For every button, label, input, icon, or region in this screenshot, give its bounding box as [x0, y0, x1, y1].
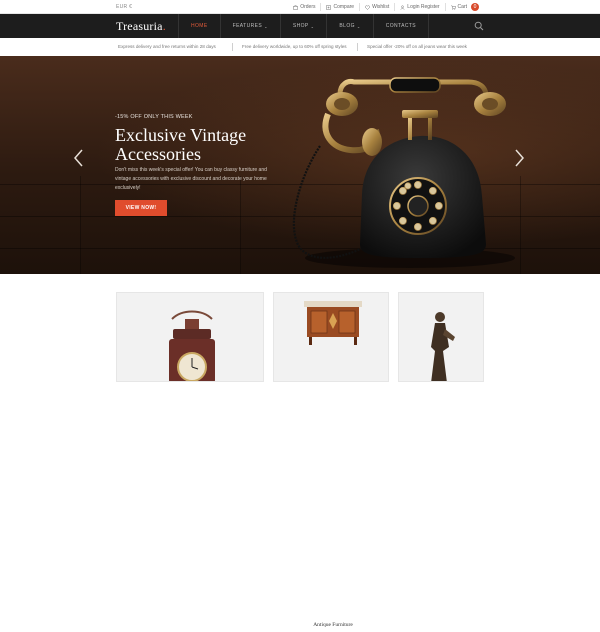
orders-label: Orders	[300, 4, 316, 10]
category-label-furniture[interactable]: Antique Furniture	[306, 618, 360, 632]
cart-link[interactable]: Cart 0	[444, 3, 484, 11]
orders-link[interactable]: Orders	[288, 3, 320, 11]
nav-shop-label: SHOP	[292, 23, 309, 29]
hero-slider: -15% OFF ONLY THIS WEEK Exclusive Vintag…	[0, 56, 600, 274]
compare-label: Compare	[333, 4, 355, 10]
chevron-down-icon: ⌄	[310, 23, 315, 29]
logo-text: Treasuria	[116, 19, 163, 33]
logo-dot: .	[162, 19, 166, 33]
nav-menu: HOME FEATURES ⌄ SHOP ⌄ BLOG ⌄ CONTACTS	[178, 14, 430, 38]
nav-contacts[interactable]: CONTACTS	[374, 14, 428, 38]
chevron-down-icon: ⌄	[356, 23, 361, 29]
nav-home-label: HOME	[191, 23, 208, 29]
nav-home[interactable]: HOME	[179, 14, 220, 38]
promo-special-offer: Special offer -20% off on all jeans wear…	[367, 44, 467, 49]
nav-contacts-label: CONTACTS	[385, 23, 417, 29]
cart-label: Cart	[457, 4, 467, 10]
category-card-clocks[interactable]	[116, 292, 264, 382]
promo-divider	[357, 43, 358, 51]
compare-icon	[326, 4, 332, 10]
site-logo[interactable]: Treasuria.	[116, 19, 166, 34]
category-card-statues[interactable]	[398, 292, 484, 382]
antique-furniture-image	[304, 301, 362, 345]
nav-blog-label: BLOG	[339, 23, 355, 29]
compare-link[interactable]: Compare	[320, 3, 359, 11]
nav-shop[interactable]: SHOP ⌄	[281, 14, 327, 38]
promo-strip: Express delivery and free returns within…	[0, 38, 600, 56]
top-links: Orders Compare Wishlist Login Register C…	[288, 3, 484, 11]
slider-prev-arrow-icon[interactable]	[72, 148, 86, 168]
wishlist-link[interactable]: Wishlist	[359, 3, 394, 11]
hero-description: Don't miss this week's special offer! Yo…	[115, 167, 267, 191]
promo-divider	[232, 43, 233, 51]
antique-clock-image	[169, 310, 215, 381]
category-card-furniture[interactable]	[273, 292, 389, 382]
cart-count-badge: 0	[471, 3, 479, 11]
nav-features-label: FEATURES	[232, 23, 263, 29]
floor-plank-seam	[520, 176, 521, 274]
bronze-statue-image	[431, 312, 455, 381]
floor-plank-seam	[80, 176, 81, 274]
chevron-down-icon: ⌄	[264, 23, 268, 29]
currency-selector[interactable]: EUR €	[116, 4, 132, 10]
login-register-label: Login Register	[407, 4, 440, 10]
category-cards: Antique Furniture	[0, 274, 600, 632]
nav-divider	[428, 14, 430, 38]
view-now-button[interactable]: VIEW NOW!	[115, 200, 167, 216]
promo-worldwide: Free delivery worldwide, up to 60% off s…	[242, 44, 347, 49]
cart-icon	[450, 5, 456, 10]
user-icon	[400, 5, 405, 10]
promo-delivery: Express delivery and free returns within…	[118, 44, 216, 49]
heart-icon	[365, 4, 370, 10]
nav-blog[interactable]: BLOG ⌄	[327, 14, 372, 38]
login-register-link[interactable]: Login Register	[394, 3, 444, 11]
vintage-telephone-image	[292, 77, 515, 268]
main-navigation: Treasuria. HOME FEATURES ⌄ SHOP ⌄ BLOG ⌄ CO…	[0, 14, 600, 38]
wishlist-label: Wishlist	[372, 4, 390, 10]
top-utility-bar: EUR € Orders Compare Wishlist Login Regi…	[0, 0, 600, 14]
box-icon	[293, 4, 298, 10]
hero-discount-badge: -15% OFF ONLY THIS WEEK	[115, 114, 193, 120]
search-icon[interactable]	[474, 21, 484, 31]
nav-features[interactable]: FEATURES ⌄	[221, 14, 280, 38]
